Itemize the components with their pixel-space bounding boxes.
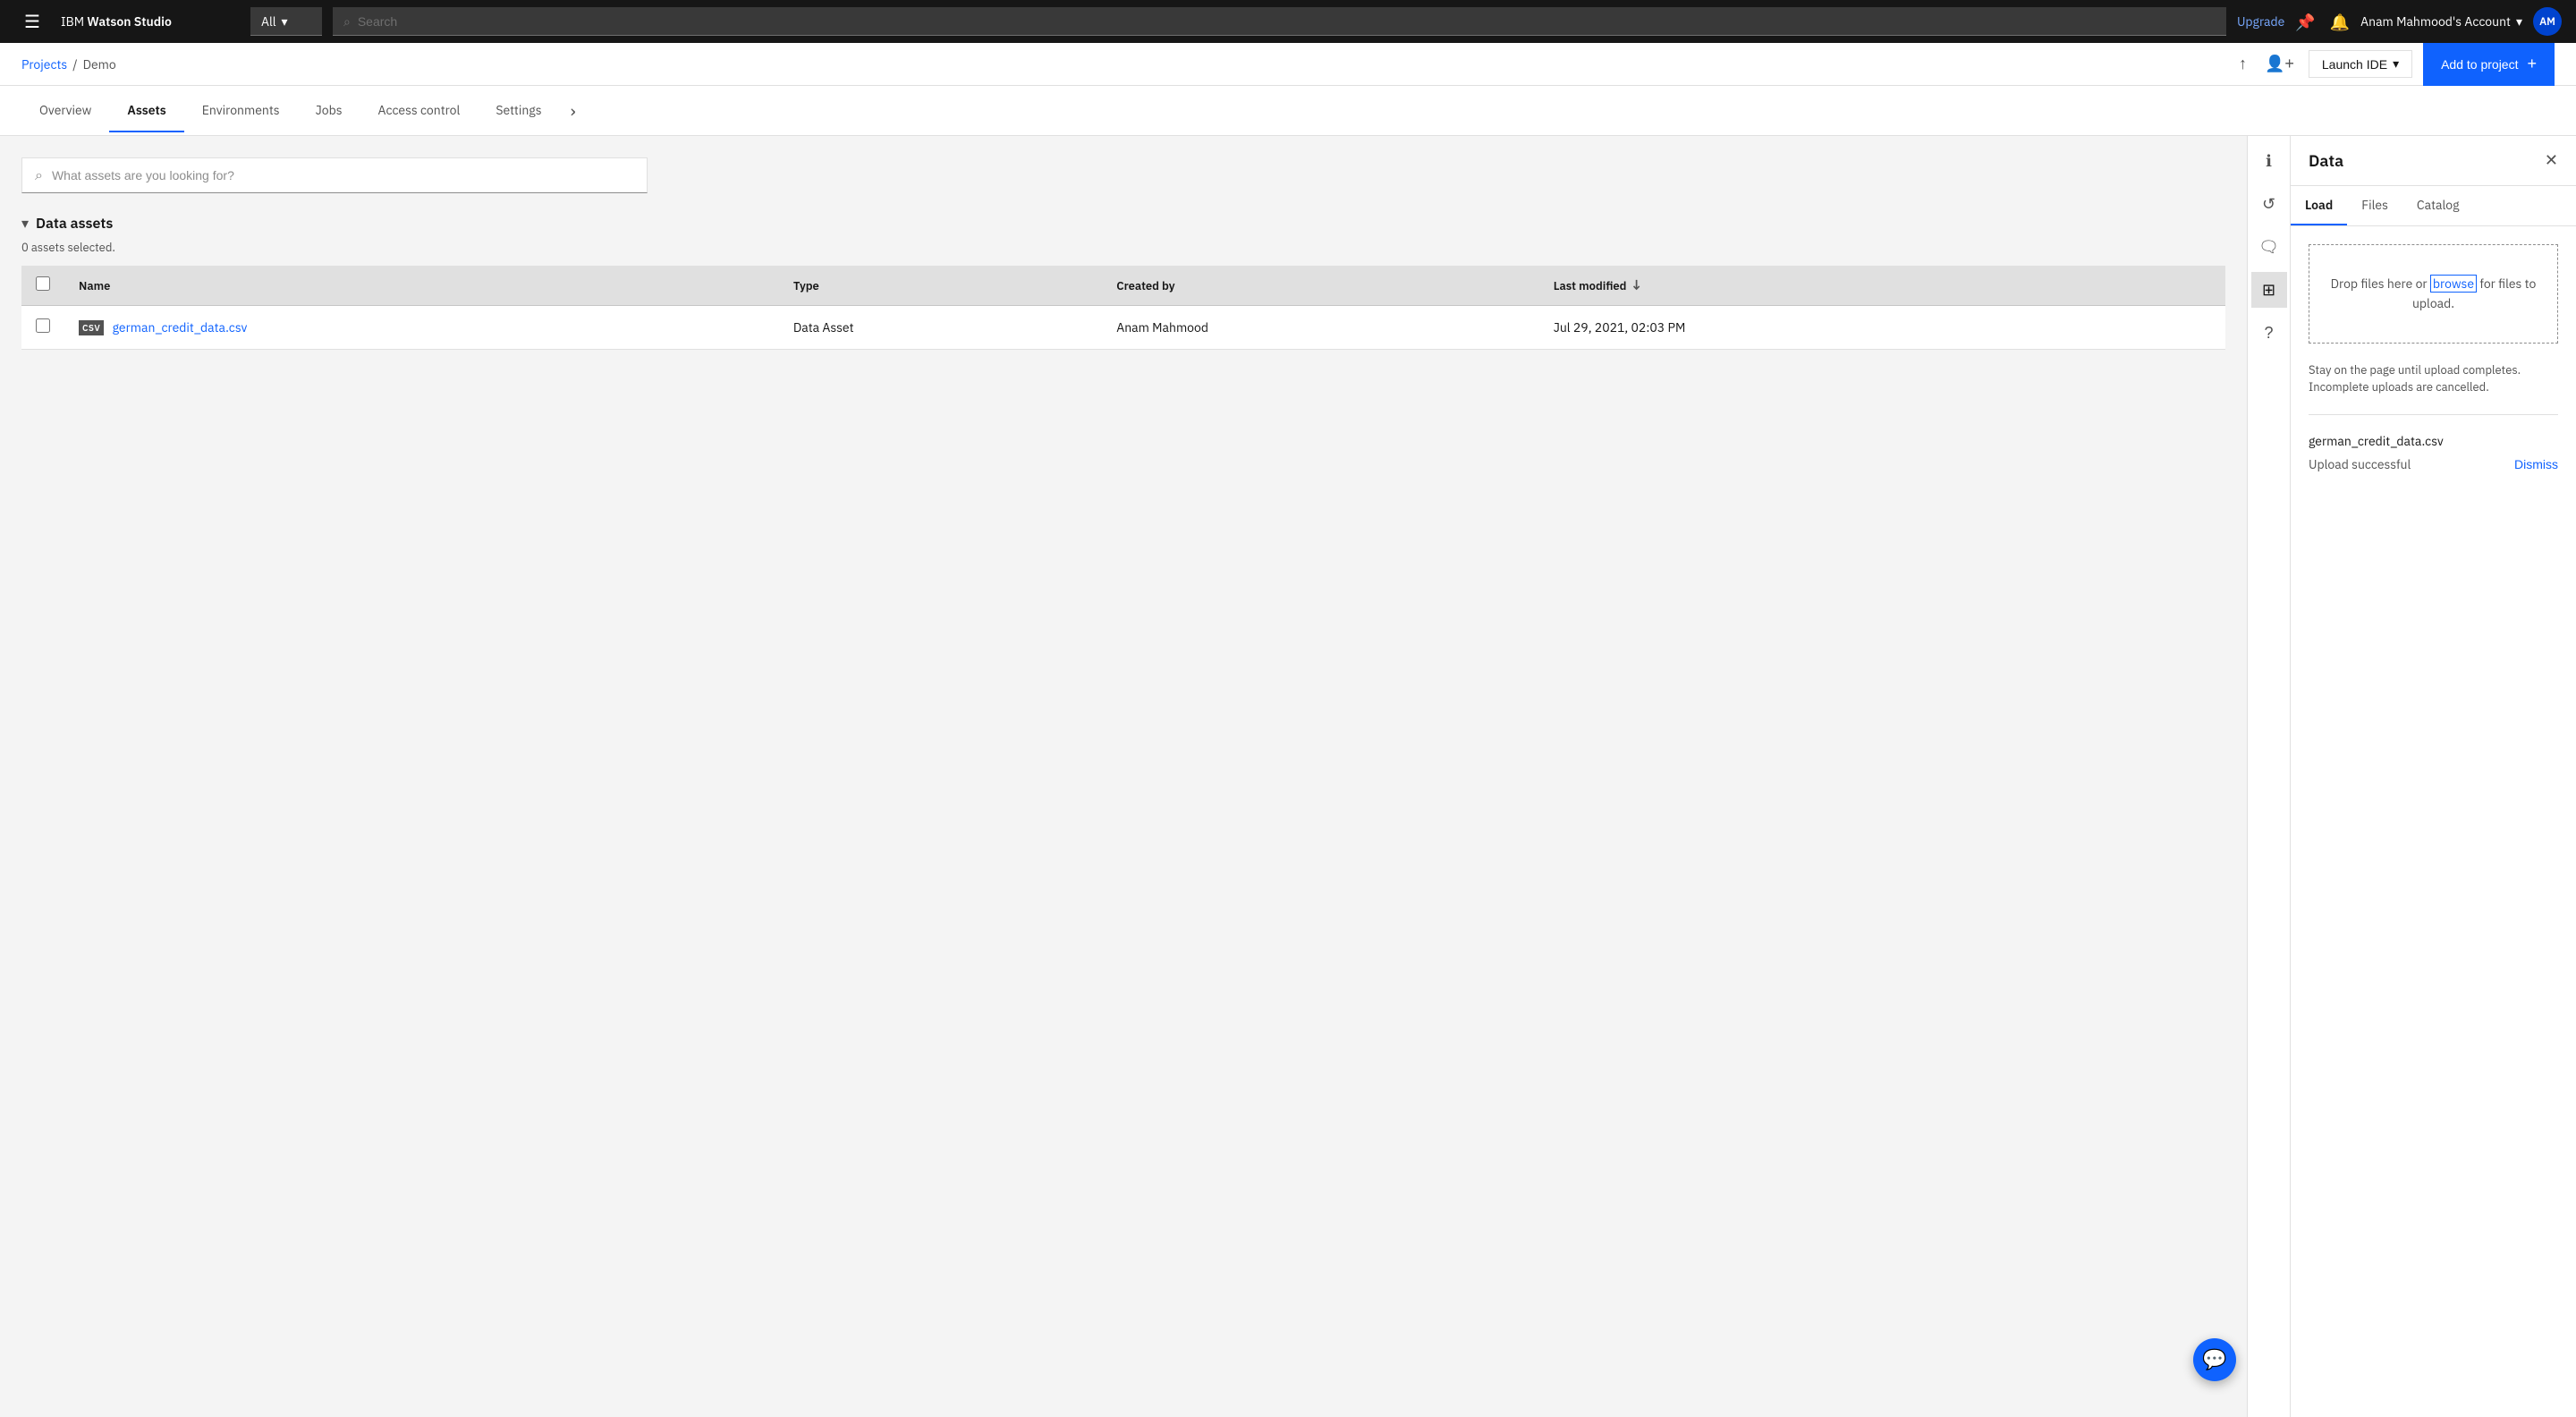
select-all-checkbox[interactable] [36,276,50,291]
uploaded-filename: german_credit_data.csv [2309,433,2558,449]
sort-icon[interactable]: ↓ [1630,276,1642,294]
tab-assets[interactable]: Assets [109,89,183,132]
history-icon-button[interactable]: ↺ [2251,186,2287,222]
upload-status: Upload successful [2309,456,2411,472]
breadcrumb: Projects / Demo [21,56,2224,72]
panel-body: Drop files here or browse for files to u… [2291,226,2576,1417]
all-dropdown[interactable]: All ▾ [250,7,322,36]
row-type-cell: Data Asset [779,306,1102,350]
sub-header-actions: ↑ 👤+ Launch IDE ▾ Add to project + [2235,43,2555,86]
panel-tab-load[interactable]: Load [2291,186,2347,225]
row-checkbox[interactable] [36,318,50,333]
main-tabs: Overview Assets Environments Jobs Access… [0,86,2576,136]
side-icon-bar: ℹ ↺ 🗨 ⊞ ? [2247,136,2290,1417]
main-layout: ⌕ ▾ Data assets 0 assets selected. Name [0,136,2576,1417]
row-name-cell: CSV german_credit_data.csv [64,306,779,350]
content-area: ⌕ ▾ Data assets 0 assets selected. Name [0,136,2247,1417]
section-title: Data assets [36,215,113,233]
search-input[interactable] [358,14,2216,29]
data-panel: Data ✕ Load Files Catalog Drop files her… [2290,136,2576,1417]
assets-count: 0 assets selected. [21,240,2225,255]
panel-tab-catalog[interactable]: Catalog [2402,186,2474,225]
browse-link[interactable]: browse [2430,275,2477,293]
uploaded-file-section: german_credit_data.csv Upload successful… [2309,433,2558,472]
panel-close-button[interactable]: ✕ [2545,151,2558,170]
chevron-down-icon: ▾ [282,13,288,30]
breadcrumb-projects-link[interactable]: Projects [21,56,67,72]
add-collaborator-button[interactable]: 👤+ [2261,51,2298,77]
upload-button[interactable]: ↑ [2235,51,2250,77]
panel-tab-files[interactable]: Files [2347,186,2402,225]
breadcrumb-separator: / [72,56,77,72]
assets-table: Name Type Created by Last modified ↓ [21,266,2225,350]
floating-chat-button[interactable]: 💬 [2193,1338,2236,1381]
col-name: Name [64,266,779,306]
dismiss-button[interactable]: Dismiss [2514,457,2558,471]
row-last-modified-cell: Jul 29, 2021, 02:03 PM [1539,306,2122,350]
panel-title: Data [2309,150,2343,171]
drop-zone[interactable]: Drop files here or browse for files to u… [2309,244,2558,344]
account-menu[interactable]: Anam Mahmood's Account ▾ [2360,13,2522,30]
table-row: CSV german_credit_data.csv Data Asset An… [21,306,2225,350]
col-created-by: Created by [1102,266,1538,306]
chat-icon: 💬 [2202,1348,2226,1371]
breadcrumb-current: Demo [83,56,116,72]
grid-icon-button[interactable]: ⊞ [2251,272,2287,308]
col-last-modified: Last modified ↓ [1539,266,2122,306]
app-name: IBM Watson Studio [61,13,172,30]
tab-overview[interactable]: Overview [21,89,109,132]
sub-header: Projects / Demo ↑ 👤+ Launch IDE ▾ Add to… [0,43,2576,86]
chevron-down-icon: ▾ [2516,13,2522,30]
col-actions [2122,266,2225,306]
search-icon: ⌕ [35,166,43,184]
data-assets-section-header: ▾ Data assets [21,215,2225,233]
top-navigation: ☰ IBM Watson Studio All ▾ ⌕ Upgrade 📌 🔔 … [0,0,2576,43]
comments-icon-button[interactable]: 🗨 [2251,229,2287,265]
row-actions-cell [2122,306,2225,350]
hamburger-menu-button[interactable]: ☰ [14,4,50,39]
tab-environments[interactable]: Environments [184,89,298,132]
row-checkbox-cell [21,306,64,350]
upload-status-row: Upload successful Dismiss [2309,456,2558,472]
tab-jobs[interactable]: Jobs [298,89,360,132]
tab-settings[interactable]: Settings [478,89,559,132]
panel-tabs: Load Files Catalog [2291,186,2576,226]
account-name: Anam Mahmood's Account [2360,13,2511,30]
global-search[interactable]: ⌕ [333,7,2226,36]
chevron-down-icon: ▾ [2393,56,2399,72]
tab-access-control[interactable]: Access control [360,89,479,132]
table-header: Name Type Created by Last modified ↓ [21,266,2225,306]
asset-search-container[interactable]: ⌕ [21,157,648,193]
nav-icons: 📌 🔔 [2295,12,2350,32]
search-icon: ⌕ [343,13,351,30]
notification-icon[interactable]: 🔔 [2330,12,2350,32]
csv-badge: CSV [79,320,104,335]
pin-icon[interactable]: 📌 [2295,12,2315,32]
file-link[interactable]: german_credit_data.csv [113,319,248,335]
tabs-more-icon[interactable]: › [564,86,583,135]
help-icon-button[interactable]: ? [2251,315,2287,351]
upgrade-button[interactable]: Upgrade [2237,13,2284,30]
upload-note: Stay on the page until upload completes.… [2309,361,2558,415]
info-icon-button[interactable]: ℹ [2251,143,2287,179]
launch-ide-button[interactable]: Launch IDE ▾ [2309,50,2412,78]
collapse-icon[interactable]: ▾ [21,215,29,233]
asset-search-input[interactable] [52,168,634,182]
add-to-project-button[interactable]: Add to project + [2423,43,2555,86]
plus-icon: + [2527,55,2537,73]
panel-header: Data ✕ [2291,136,2576,186]
row-created-by-cell: Anam Mahmood [1102,306,1538,350]
col-type: Type [779,266,1102,306]
select-all-header [21,266,64,306]
app-brand: IBM Watson Studio [61,13,240,30]
avatar[interactable]: AM [2533,7,2562,36]
